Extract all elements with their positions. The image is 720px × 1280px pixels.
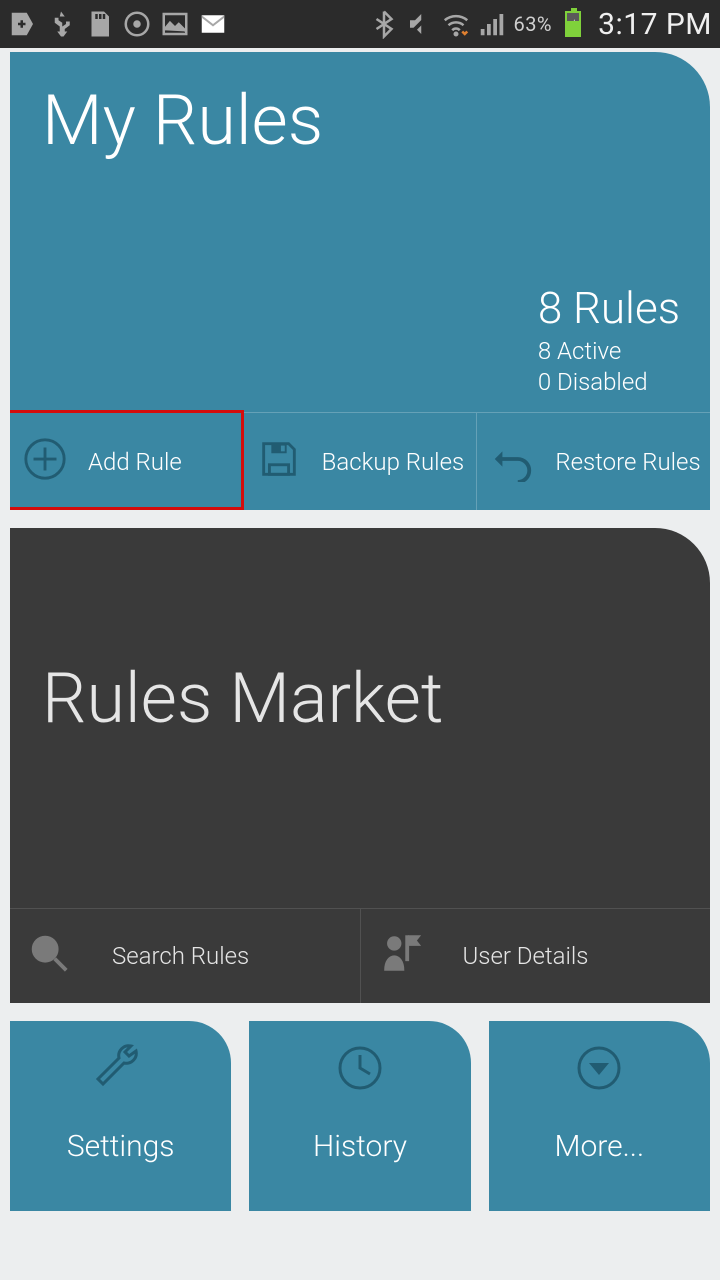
status-bar: 63% 3:17 PM [0, 0, 720, 48]
undo-icon [489, 436, 535, 488]
rules-count: 8 Rules [538, 286, 680, 330]
restore-rules-label: Restore Rules [555, 448, 700, 476]
wrench-icon [91, 1043, 151, 1129]
restore-rules-button[interactable]: Restore Rules [477, 413, 710, 510]
add-rule-button[interactable]: Add Rule [10, 413, 244, 510]
clock-time: 3:17 PM [598, 7, 712, 42]
my-rules-card[interactable]: My Rules 8 Rules 8 Active 0 Disabled Add… [10, 52, 710, 510]
backup-rules-label: Backup Rules [322, 448, 464, 476]
usb-icon [46, 9, 76, 39]
user-details-label: User Details [463, 942, 589, 970]
wifi-icon [441, 9, 471, 39]
settings-tile[interactable]: Settings [10, 1021, 231, 1211]
bluetooth-icon [369, 9, 399, 39]
mute-icon [405, 9, 435, 39]
search-icon [26, 930, 72, 982]
chevron-down-circle-icon [569, 1043, 629, 1129]
more-tile[interactable]: More... [489, 1021, 710, 1211]
battery-icon [558, 9, 588, 39]
search-rules-button[interactable]: Search Rules [10, 909, 361, 1003]
sd-card-icon [84, 9, 114, 39]
history-tile[interactable]: History [249, 1021, 470, 1211]
gmail-icon [198, 9, 228, 39]
more-label: More... [554, 1129, 644, 1164]
my-rules-title: My Rules [42, 80, 323, 162]
rules-market-summary[interactable]: Rules Market [10, 528, 710, 908]
plus-circle-icon [22, 436, 68, 488]
user-flag-icon [377, 930, 423, 982]
rules-market-card[interactable]: Rules Market Search Rules User Details [10, 528, 710, 1003]
backup-rules-button[interactable]: Backup Rules [244, 413, 478, 510]
clock-icon [330, 1043, 390, 1129]
plus-tag-icon [8, 9, 38, 39]
history-label: History [313, 1129, 407, 1164]
rules-market-title: Rules Market [42, 658, 443, 740]
my-rules-summary[interactable]: My Rules 8 Rules 8 Active 0 Disabled [10, 52, 710, 412]
battery-percent: 63% [513, 12, 552, 36]
search-rules-label: Search Rules [112, 942, 249, 970]
target-icon [122, 9, 152, 39]
signal-icon [477, 9, 507, 39]
bottom-tiles: Settings History More... [10, 1021, 710, 1211]
settings-label: Settings [67, 1129, 175, 1164]
save-icon [256, 436, 302, 488]
user-details-button[interactable]: User Details [361, 909, 711, 1003]
rules-active: 8 Active [538, 336, 680, 367]
rules-disabled: 0 Disabled [538, 367, 680, 398]
image-icon [160, 9, 190, 39]
add-rule-label: Add Rule [88, 448, 182, 476]
